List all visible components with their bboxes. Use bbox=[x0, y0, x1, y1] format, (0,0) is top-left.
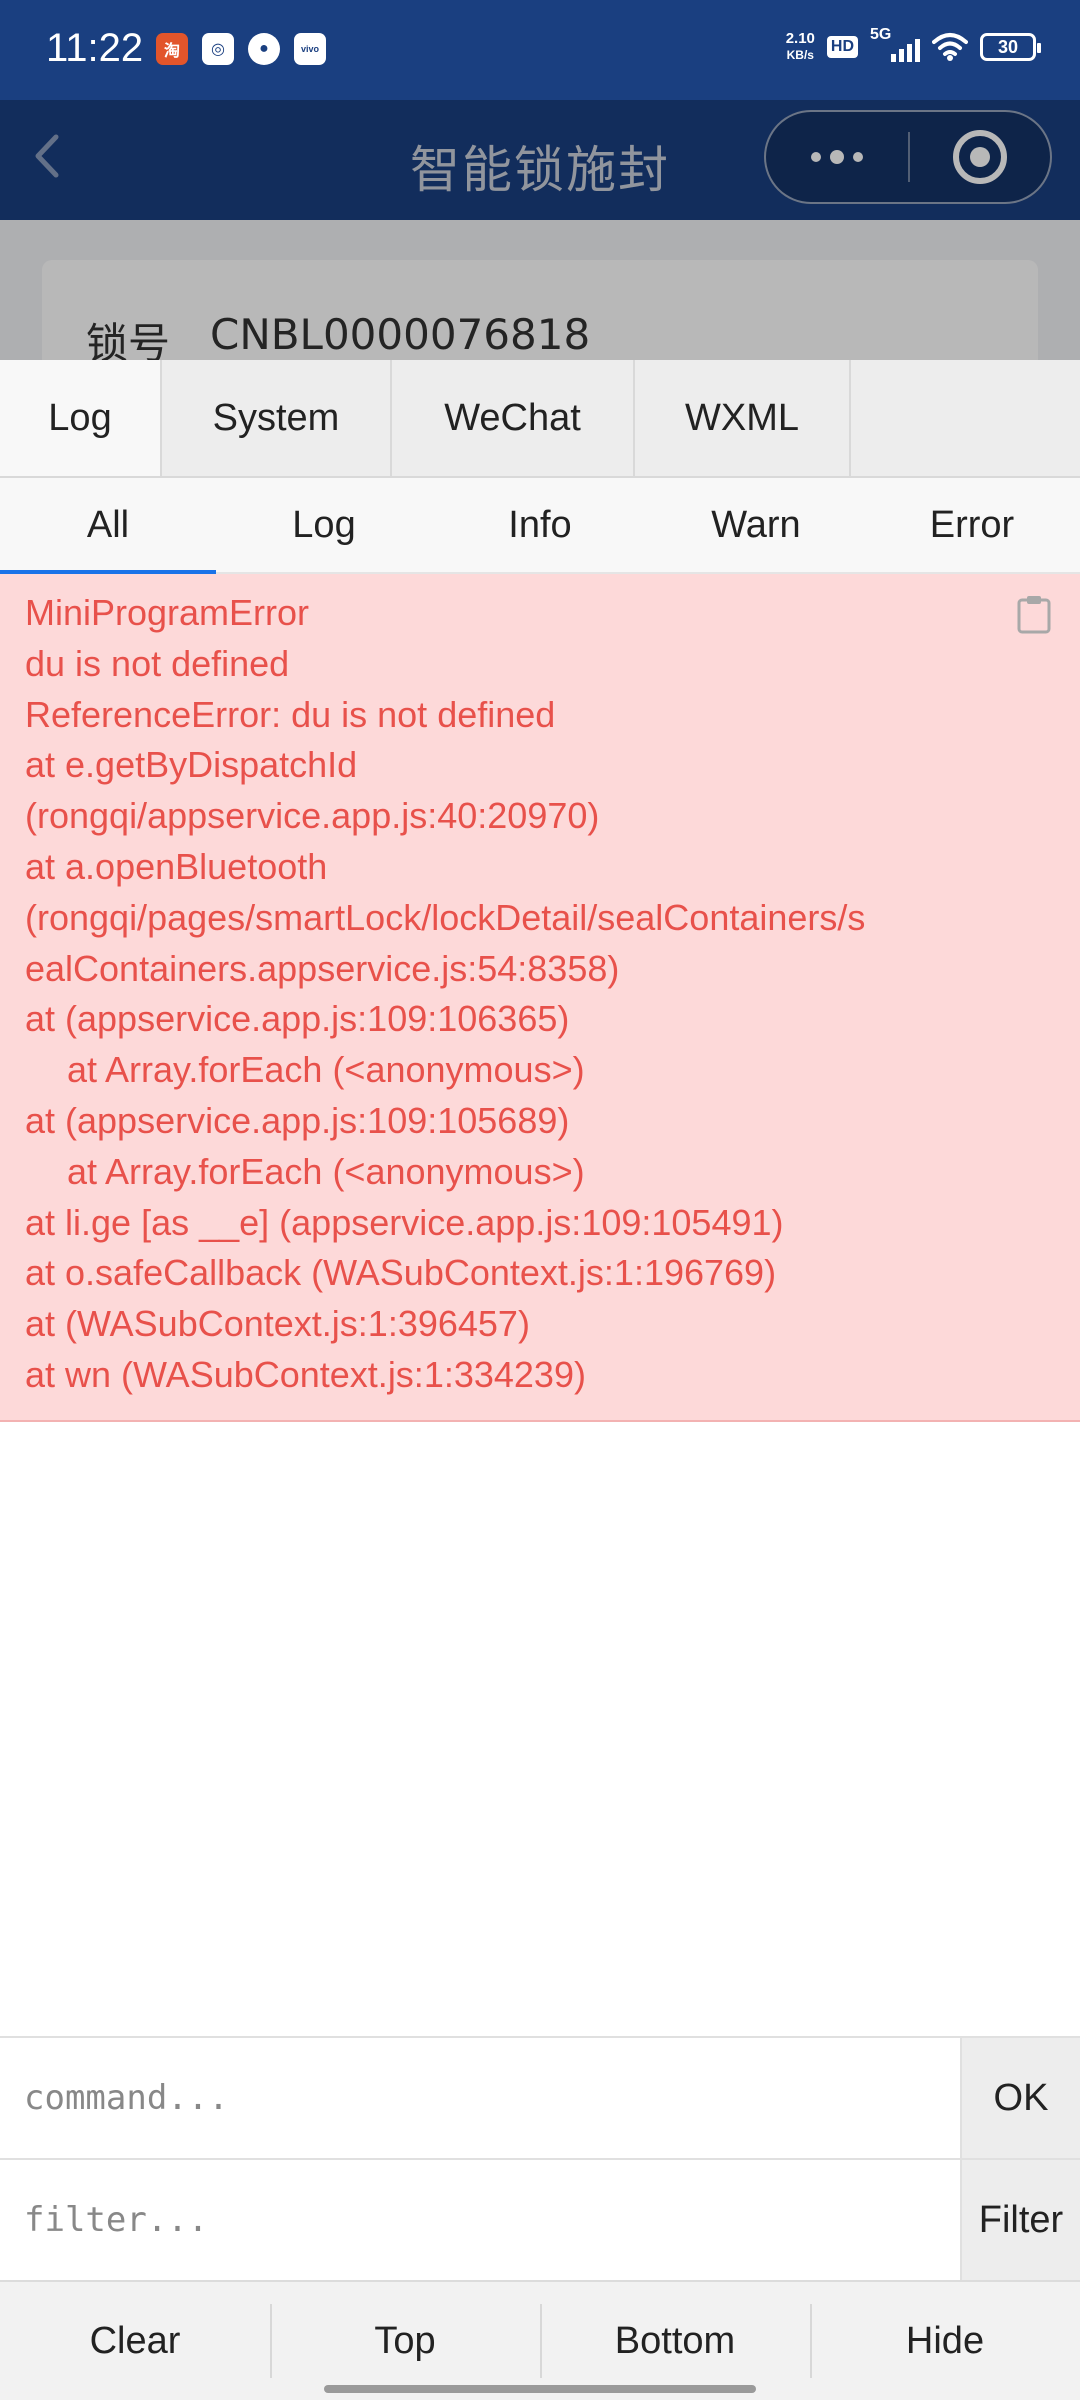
error-line: (rongqi/appservice.app.js:40:20970) bbox=[25, 795, 600, 837]
wifi-icon bbox=[932, 33, 968, 61]
error-line: (rongqi/pages/smartLock/lockDetail/sealC… bbox=[25, 896, 866, 938]
tab-wechat[interactable]: WeChat bbox=[392, 360, 635, 476]
error-line: at a.openBluetooth bbox=[25, 845, 328, 887]
camera-app-icon: ◎ bbox=[202, 33, 234, 65]
status-bar: 11:22 淘 ◎ ● vivo 2.10 KB/s HD 5G 30 bbox=[0, 0, 1080, 100]
clipboard-icon[interactable] bbox=[1016, 594, 1052, 634]
network-speed: 2.10 KB/s bbox=[786, 30, 815, 64]
error-line: at (appservice.app.js:109:106365) bbox=[25, 998, 570, 1040]
battery-icon: 30 bbox=[980, 33, 1041, 61]
vconsole-panel: Log System WeChat WXML All Log Info Warn… bbox=[0, 360, 1080, 2400]
network-type-label: 5G bbox=[870, 26, 892, 43]
network-speed-value: 2.10 bbox=[785, 30, 815, 47]
filter-row: Filter bbox=[0, 2158, 1080, 2280]
log-level-tabs: All Log Info Warn Error bbox=[0, 478, 1080, 574]
network-speed-unit: KB/s bbox=[786, 48, 814, 62]
error-message: MiniProgramError du is not defined Referen… bbox=[25, 588, 1015, 1401]
error-line: at (appservice.app.js:109:105689) bbox=[25, 1099, 570, 1141]
subtab-info[interactable]: Info bbox=[432, 478, 648, 572]
subtab-error[interactable]: Error bbox=[864, 478, 1080, 572]
error-line: at Array.forEach (<anonymous>) bbox=[67, 1150, 585, 1192]
vivo-app-icon: vivo bbox=[294, 33, 326, 65]
bottom-button[interactable]: Bottom bbox=[540, 2282, 810, 2400]
home-indicator[interactable] bbox=[324, 2385, 756, 2393]
subtab-all[interactable]: All bbox=[0, 478, 216, 574]
log-list-empty-area bbox=[0, 1422, 1080, 2036]
battery-level: 30 bbox=[997, 36, 1019, 57]
subtab-log[interactable]: Log bbox=[216, 478, 432, 572]
status-time: 11:22 bbox=[46, 26, 144, 70]
hd-badge: HD bbox=[826, 36, 858, 58]
tab-system[interactable]: System bbox=[162, 360, 392, 476]
tab-wxml[interactable]: WXML bbox=[635, 360, 851, 476]
vconsole-tabbar: Log System WeChat WXML bbox=[0, 360, 1080, 478]
error-log-entry: MiniProgramError du is not defined Referen… bbox=[0, 574, 1080, 1422]
error-line: at wn (WASubContext.js:1:334239) bbox=[25, 1353, 586, 1395]
command-row: OK bbox=[0, 2036, 1080, 2158]
tab-log[interactable]: Log bbox=[0, 360, 162, 476]
message-app-icon: ● bbox=[248, 33, 280, 65]
error-line: at o.safeCallback (WASubContext.js:1:196… bbox=[25, 1252, 777, 1294]
error-line: du is not defined bbox=[25, 642, 290, 684]
cellular-signal-icon: 5G bbox=[870, 26, 920, 64]
error-line: at li.ge [as __e] (appservice.app.js:109… bbox=[25, 1201, 784, 1243]
error-line: at e.getByDispatchId bbox=[25, 744, 358, 786]
subtab-warn[interactable]: Warn bbox=[648, 478, 864, 572]
status-app-icons: 淘 ◎ ● vivo bbox=[156, 33, 326, 65]
error-line: at Array.forEach (<anonymous>) bbox=[67, 1049, 585, 1091]
top-button[interactable]: Top bbox=[270, 2282, 540, 2400]
filter-button[interactable]: Filter bbox=[960, 2160, 1080, 2280]
taobao-red-app-icon: 淘 bbox=[156, 33, 188, 65]
vconsole-toolbar: Clear Top Bottom Hide bbox=[0, 2280, 1080, 2400]
error-line: ealContainers.appservice.js:54:8358) bbox=[25, 947, 620, 989]
hide-button[interactable]: Hide bbox=[810, 2282, 1080, 2400]
status-indicators: 2.10 KB/s HD 5G 30 bbox=[786, 26, 1041, 64]
dim-overlay[interactable] bbox=[0, 100, 1080, 360]
command-input[interactable] bbox=[0, 2038, 960, 2158]
clear-button[interactable]: Clear bbox=[0, 2282, 270, 2400]
error-line: ReferenceError: du is not defined bbox=[25, 693, 556, 735]
error-line: MiniProgramError bbox=[25, 592, 310, 633]
error-line: at (WASubContext.js:1:396457) bbox=[25, 1303, 530, 1345]
ok-button[interactable]: OK bbox=[960, 2038, 1080, 2158]
filter-input[interactable] bbox=[0, 2160, 960, 2280]
